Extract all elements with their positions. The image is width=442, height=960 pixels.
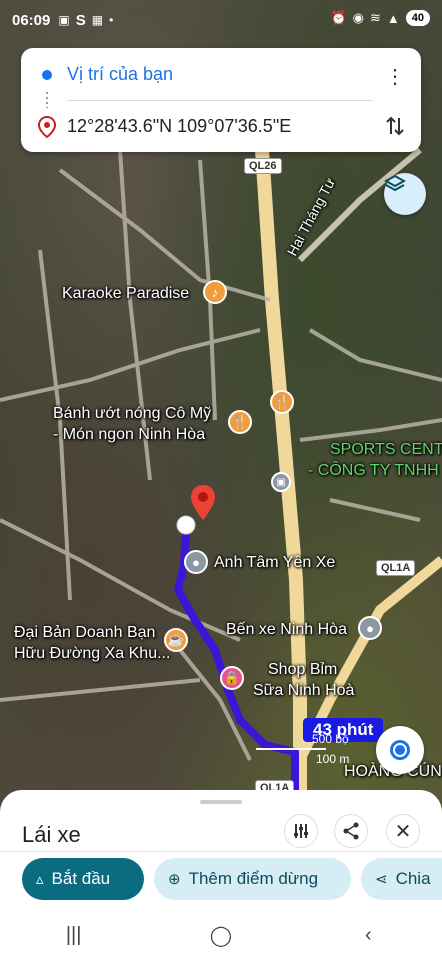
place-pin-icon[interactable]: ● bbox=[184, 550, 208, 574]
s-app-icon: S bbox=[75, 11, 86, 29]
wifi-icon: ≋ bbox=[369, 10, 381, 25]
road-shield-ql26: QL26 bbox=[244, 158, 282, 174]
my-location-button[interactable] bbox=[376, 726, 424, 774]
battery-indicator: 40 bbox=[405, 10, 430, 26]
destination-pin-icon[interactable] bbox=[190, 484, 216, 522]
scale-feet: 500 bộ bbox=[312, 732, 349, 746]
origin-dot-icon bbox=[42, 70, 52, 80]
share-icon bbox=[343, 822, 359, 840]
zalo-icon: ▣ bbox=[58, 13, 70, 27]
place-banh-uot[interactable]: Bánh ướt nóng Cô Mỹ bbox=[53, 404, 211, 424]
destination-pin-outline-icon bbox=[38, 116, 56, 138]
place-banh-uot-sub: - Món ngon Ninh Hòa bbox=[53, 426, 206, 443]
shop-icon[interactable]: 🔒 bbox=[220, 666, 244, 690]
alarm-icon: ⏰ bbox=[330, 10, 347, 25]
sheet-divider bbox=[0, 851, 442, 852]
recents-button[interactable]: ||| bbox=[44, 915, 104, 955]
route-divider bbox=[67, 100, 373, 101]
share-icon-small: ⋖ bbox=[375, 871, 388, 888]
place-shop-bim[interactable]: Shop Bỉm bbox=[268, 660, 337, 680]
place-karaoke-paradise[interactable]: Karaoke Paradise bbox=[62, 284, 189, 304]
layers-button[interactable] bbox=[384, 173, 426, 215]
scale-meters: 100 m bbox=[316, 752, 350, 766]
status-icons: ⏰ ◉ ≋ ▲ 40 bbox=[330, 10, 430, 26]
bus-station-icon[interactable]: ● bbox=[358, 616, 382, 640]
close-button[interactable]: ✕ bbox=[386, 814, 420, 848]
back-button[interactable]: ‹ bbox=[338, 915, 398, 955]
tune-icon bbox=[294, 824, 308, 838]
origin-row[interactable]: Vị trí của bạn ⋮ bbox=[21, 50, 421, 98]
place-sports-center-sub: - CÔNG TY TNHH bbox=[308, 462, 439, 479]
bus-stop-icon[interactable]: ▣ bbox=[271, 472, 291, 492]
navigation-arrow-icon: ▵ bbox=[36, 871, 44, 888]
system-nav-bar: ||| ◯ ‹ bbox=[0, 910, 442, 960]
place-anh-tam[interactable]: Anh Tâm Yên Xe bbox=[214, 553, 335, 573]
add-stop-button[interactable]: ⊕ Thêm điểm dừng bbox=[154, 858, 351, 900]
swap-icon[interactable] bbox=[385, 114, 405, 138]
start-label: Bắt đầu bbox=[51, 869, 111, 888]
origin-field[interactable]: Vị trí của bạn bbox=[67, 64, 173, 85]
destination-field[interactable]: 12°28'43.6"N 109°07'36.5"E bbox=[67, 116, 291, 137]
route-card: Vị trí của bạn ⋮ 12°28'43.6"N 109°07'36.… bbox=[21, 48, 421, 152]
place-ben-xe[interactable]: Bến xe Ninh Hòa bbox=[226, 620, 347, 640]
restaurant-icon-2[interactable]: 🍴 bbox=[228, 410, 252, 434]
signal-icon: ▲ bbox=[386, 10, 400, 26]
karaoke-icon[interactable]: ♪ bbox=[203, 280, 227, 304]
share-label: Chia bbox=[395, 869, 431, 888]
place-dai-ban-doanh-sub: Hữu Đường Xa Khu... bbox=[14, 645, 171, 662]
travel-mode-title: Lái xe bbox=[22, 822, 81, 847]
more-options-icon[interactable]: ⋮ bbox=[385, 64, 405, 89]
home-button[interactable]: ◯ bbox=[191, 915, 251, 955]
map-scale: 500 bộ 100 m bbox=[256, 732, 349, 766]
status-bar: 06:09 ▣ S ▦ • ⏰ ◉ ≋ ▲ 40 bbox=[0, 0, 442, 40]
home-icon: ◯ bbox=[209, 924, 233, 947]
road-shield-ql1a: QL1A bbox=[376, 560, 416, 576]
my-location-icon bbox=[393, 743, 407, 757]
calendar-icon: ▦ bbox=[91, 13, 104, 27]
restaurant-icon[interactable]: 🍴 bbox=[270, 390, 294, 414]
destination-row[interactable]: 12°28'43.6"N 109°07'36.5"E bbox=[21, 102, 421, 150]
start-button[interactable]: ▵ Bắt đầu bbox=[22, 858, 144, 900]
close-icon: ✕ bbox=[394, 820, 412, 843]
back-icon: ‹ bbox=[364, 923, 372, 946]
add-stop-label: Thêm điểm dừng bbox=[188, 869, 319, 888]
dot-icon: • bbox=[109, 13, 114, 27]
cafe-icon[interactable]: ☕ bbox=[164, 628, 188, 652]
add-stop-icon: ⊕ bbox=[168, 871, 181, 888]
recents-icon: ||| bbox=[65, 923, 82, 946]
location-icon: ◉ bbox=[352, 10, 364, 25]
place-dai-ban-doanh[interactable]: Đại Bản Doanh Bạn bbox=[14, 623, 155, 643]
drag-handle[interactable] bbox=[200, 800, 242, 804]
status-time: 06:09 bbox=[12, 11, 51, 29]
share-route-button[interactable] bbox=[334, 814, 368, 848]
place-shop-bim-sub: Sữa Ninh Hoà bbox=[253, 682, 355, 699]
route-options-button[interactable] bbox=[284, 814, 318, 848]
place-sports-center[interactable]: SPORTS CENT bbox=[330, 440, 442, 460]
share-button[interactable]: ⋖ Chia bbox=[361, 858, 442, 900]
layers-icon bbox=[384, 174, 406, 192]
